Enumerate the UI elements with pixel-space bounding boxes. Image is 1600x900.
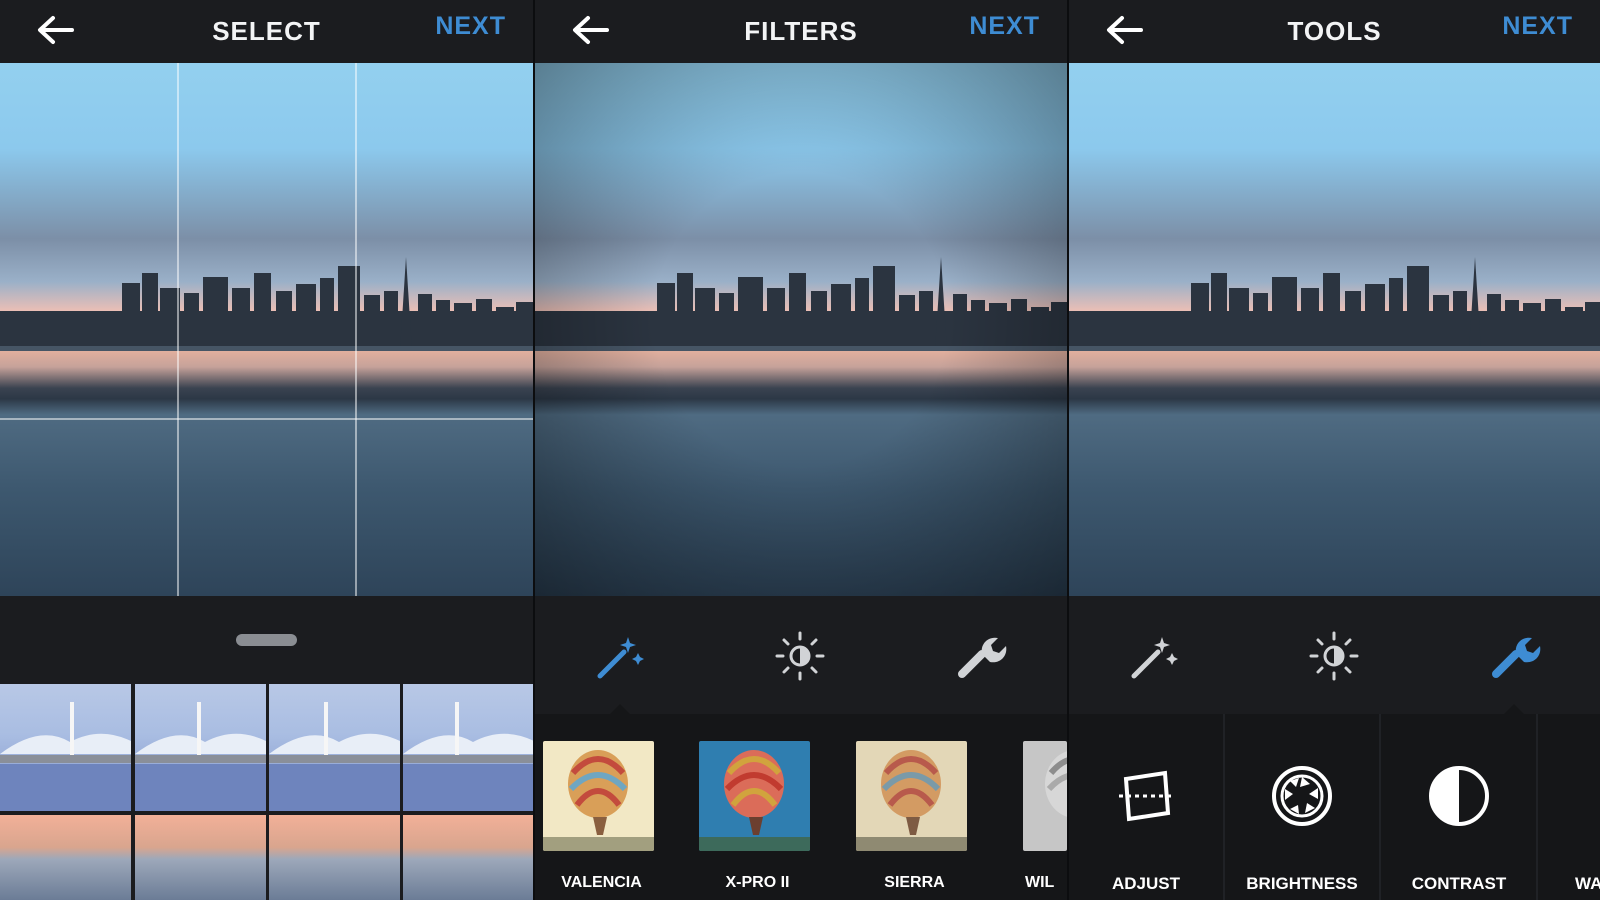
next-button[interactable]: NEXT [969, 12, 1040, 41]
photo-preview[interactable] [0, 63, 533, 596]
filter-sierra[interactable]: SIERRA [848, 714, 1002, 900]
balloon-icon [543, 741, 654, 851]
back-button[interactable] [1103, 8, 1147, 52]
gallery-thumb[interactable] [0, 815, 131, 900]
filter-x-pro-ii[interactable]: X-PRO II [691, 714, 845, 900]
wrench-icon [1492, 637, 1541, 678]
filter-strip: VALENCIA X-PRO II SIERRA WIL [535, 714, 1067, 900]
sun-icon [1309, 631, 1359, 681]
back-arrow-icon [1107, 16, 1143, 44]
contrast-icon [1429, 766, 1489, 826]
magic-wand-icon [597, 637, 644, 679]
magic-wand-button[interactable] [1126, 628, 1182, 684]
tool-adjust[interactable]: ADJUST [1069, 714, 1225, 900]
sun-icon [775, 631, 825, 681]
city-skyline-image [0, 257, 533, 351]
gallery-thumb[interactable] [0, 684, 131, 811]
bridge-photo [403, 702, 533, 811]
gallery-thumb[interactable] [135, 684, 266, 811]
tool-label: ADJUST [1111, 874, 1180, 893]
filters-panel: FILTERS NEXT VALENCIA X-PRO II SIERRA WI… [535, 0, 1069, 900]
editor-toolbar [535, 596, 1067, 714]
select-topbar: SELECT NEXT [0, 0, 533, 63]
photo-preview [1069, 63, 1600, 596]
wrench-icon [958, 637, 1007, 678]
contrast-icon-wrap [1423, 760, 1495, 832]
back-arrow-icon [38, 16, 74, 44]
next-button[interactable]: NEXT [435, 12, 506, 41]
tool-brightness[interactable]: BRIGHTNESS [1225, 714, 1381, 900]
next-button[interactable]: NEXT [1502, 12, 1573, 41]
filter-label: VALENCIA [561, 874, 642, 891]
filter-wil[interactable]: WIL [1005, 714, 1067, 900]
brightness-tool-icon-wrap [1266, 760, 1338, 832]
page-title: SELECT [212, 16, 321, 46]
filter-label: WIL [1025, 874, 1055, 891]
tool-wa[interactable]: WA [1539, 714, 1600, 900]
magic-wand-icon [1131, 637, 1178, 679]
filter-label: X-PRO II [725, 874, 790, 891]
tool-contrast[interactable]: CONTRAST [1382, 714, 1538, 900]
tool-label: WA [1575, 874, 1600, 893]
select-panel: SELECT NEXT [0, 0, 535, 900]
gallery-thumb[interactable] [269, 684, 400, 811]
balloon-thumbnail [1023, 741, 1067, 851]
tools-button[interactable] [1486, 628, 1542, 684]
brightness-button[interactable] [772, 628, 828, 684]
magic-wand-button[interactable] [592, 628, 648, 684]
grid-line-vertical-2 [355, 63, 357, 596]
city-skyline-image [1069, 257, 1600, 351]
drag-handle[interactable] [236, 634, 297, 646]
bridge-photo [269, 702, 400, 811]
photo-gallery [0, 684, 533, 900]
bridge-photo [0, 702, 131, 811]
filter-valencia[interactable]: VALENCIA [535, 714, 689, 900]
selected-tool-indicator [1504, 704, 1524, 714]
balloon-icon [856, 741, 967, 851]
balloon-thumbnail [699, 741, 810, 851]
filter-label: SIERRA [884, 874, 945, 891]
grid-line-horizontal-1 [0, 418, 533, 420]
back-arrow-icon [573, 16, 609, 44]
tools-panel: TOOLS NEXT ADJUST BRIGHTNESS CONTRAST WA [1069, 0, 1600, 900]
city-skyline-image [535, 257, 1067, 351]
balloon-icon [699, 741, 810, 851]
gallery-thumb[interactable] [135, 815, 266, 900]
grid-line-vertical-1 [177, 63, 179, 596]
gallery-thumb[interactable] [403, 815, 533, 900]
tool-label: CONTRAST [1411, 874, 1507, 893]
drag-handle-area[interactable] [0, 596, 533, 684]
page-title: FILTERS [744, 16, 858, 46]
balloon-thumbnail [543, 741, 654, 851]
tool-strip: ADJUST BRIGHTNESS CONTRAST WA [1069, 714, 1600, 900]
adjust-icon [1119, 770, 1173, 822]
selected-tool-indicator [610, 704, 630, 714]
back-button[interactable] [34, 8, 78, 52]
tools-topbar: TOOLS NEXT [1069, 0, 1600, 63]
adjust-icon-wrap [1110, 760, 1182, 832]
bridge-photo [135, 702, 266, 811]
balloon-icon [1023, 741, 1067, 851]
balloon-thumbnail [856, 741, 967, 851]
aperture-icon [1272, 766, 1332, 826]
gallery-thumb[interactable] [403, 684, 533, 811]
back-button[interactable] [569, 8, 613, 52]
filters-topbar: FILTERS NEXT [535, 0, 1067, 63]
tools-button[interactable] [952, 628, 1008, 684]
photo-preview [535, 63, 1067, 596]
editor-toolbar [1069, 596, 1600, 714]
page-title: TOOLS [1287, 16, 1382, 46]
tool-label: BRIGHTNESS [1246, 874, 1358, 893]
brightness-button[interactable] [1306, 628, 1362, 684]
gallery-thumb[interactable] [269, 815, 400, 900]
